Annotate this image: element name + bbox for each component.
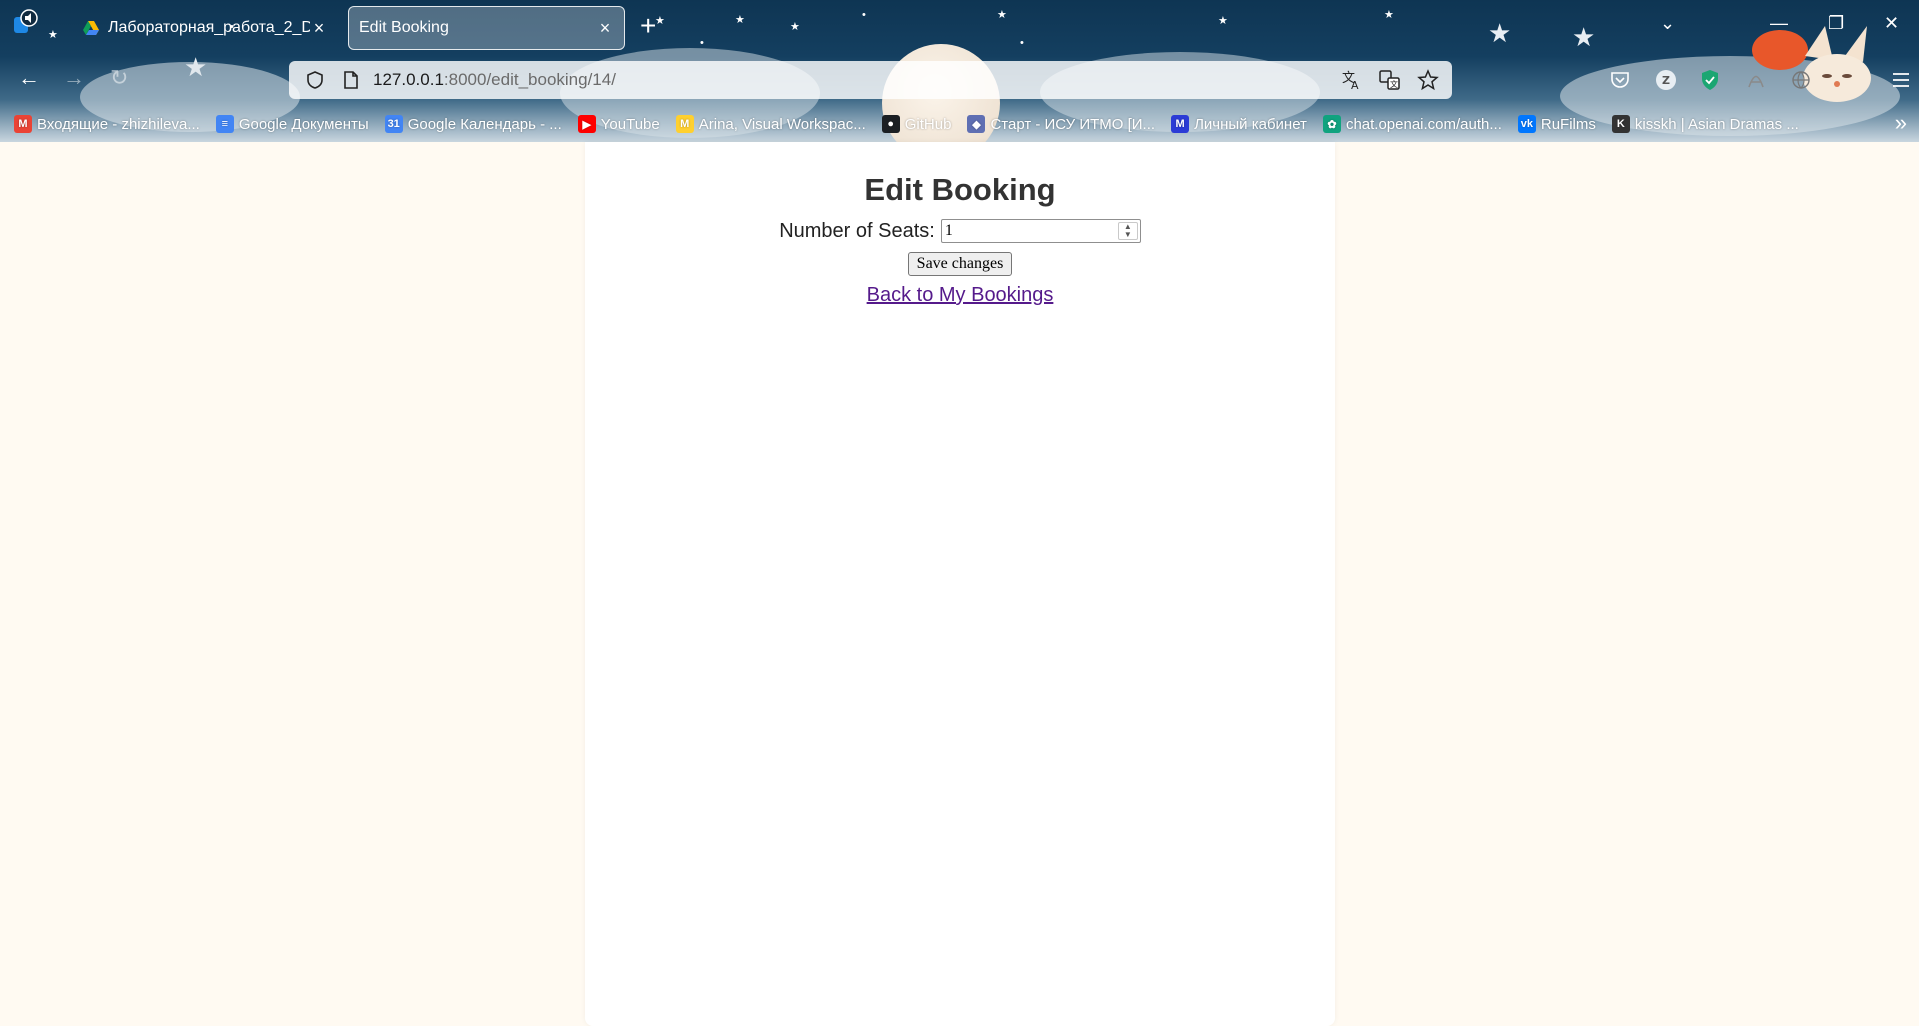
google-docs-icon: ≡: [215, 115, 234, 133]
svg-text:A: A: [1351, 79, 1359, 91]
bookmark-label: kisskh | Asian Dramas ...: [1634, 115, 1799, 133]
navigation-bar: ← → ↻ 127.0.0.1:8000/edit_booking/14/ 文A…: [0, 55, 1919, 103]
gmail-icon: M: [14, 115, 32, 133]
shield-icon[interactable]: [301, 66, 329, 94]
google-calendar-icon: 31: [384, 115, 403, 133]
close-window-button[interactable]: ✕: [1884, 14, 1899, 32]
tab-title: Лабораторная_работа_2_Djan: [108, 19, 310, 36]
bookmark-label: Старт - ИСУ ИТМО [И...: [990, 115, 1156, 133]
back-arrow-icon[interactable]: ←: [18, 67, 40, 89]
new-tab-button[interactable]: +: [640, 12, 656, 40]
bookmark-item[interactable]: M Входящие - zhizhileva...: [14, 115, 200, 133]
itmo-icon: ◆: [967, 115, 986, 133]
menu-icon[interactable]: [1888, 67, 1914, 93]
globe-icon[interactable]: [1788, 67, 1814, 93]
address-bar[interactable]: 127.0.0.1:8000/edit_booking/14/ 文A 文: [289, 61, 1452, 99]
bookmark-label: Входящие - zhizhileva...: [37, 115, 200, 133]
list-tabs-icon[interactable]: ⌄: [1660, 14, 1675, 32]
page-title: Edit Booking: [864, 172, 1056, 207]
bookmark-star-icon[interactable]: [1414, 66, 1442, 94]
bookmark-label: RuFilms: [1540, 115, 1596, 133]
bookmarks-toolbar: M Входящие - zhizhileva... ≡ Google Докумен…: [0, 108, 1919, 140]
miro-icon: M: [675, 115, 694, 133]
close-icon[interactable]: ×: [310, 18, 328, 39]
svg-text:Z: Z: [1662, 74, 1670, 87]
bookmark-label: YouTube: [600, 115, 660, 133]
bookmark-item[interactable]: vk RuFilms: [1517, 115, 1596, 133]
github-icon: ●: [881, 115, 900, 133]
bookmark-item[interactable]: ● GitHub: [881, 115, 952, 133]
seats-value: 1: [944, 222, 953, 239]
firefox-view-icon[interactable]: [10, 8, 40, 38]
bookmark-item[interactable]: Kkisskh | Asian Dramas ...: [1611, 115, 1799, 133]
bookmark-item[interactable]: ◆ Старт - ИСУ ИТМО [И...: [967, 115, 1155, 133]
bookmark-item[interactable]: ✿ chat.openai.com/auth...: [1322, 115, 1502, 133]
tab-title: Edit Booking: [359, 19, 449, 36]
zotero-icon[interactable]: Z: [1653, 67, 1679, 93]
browser-chrome: ★ • ★ • ★ ★ • ★ • ★ ★ ★ ★ ★ Лабораторная…: [0, 0, 1919, 142]
vpn-shield-icon[interactable]: [1697, 67, 1723, 93]
bookmark-item[interactable]: ▶ YouTube: [577, 115, 660, 133]
openai-icon: ✿: [1322, 115, 1341, 133]
url-host: 127.0.0.1: [373, 70, 444, 89]
bookmark-label: Личный кабинет: [1194, 115, 1307, 133]
bookmark-label: Google Календарь - ...: [407, 115, 562, 133]
seats-form-row: Number of Seats: 1 ▲ ▼: [585, 219, 1335, 243]
chevron-down-icon[interactable]: ▼: [1124, 231, 1132, 239]
svg-text:文: 文: [1390, 79, 1398, 89]
translate-icon[interactable]: 文A: [1338, 66, 1366, 94]
bookmark-label: Google Документы: [238, 115, 369, 133]
bookmark-label: Arina, Visual Workspac...: [698, 115, 866, 133]
translate-page-icon[interactable]: 文: [1376, 66, 1404, 94]
google-drive-icon: [83, 21, 99, 35]
back-link-row: Back to My Bookings: [585, 284, 1335, 307]
page-icon[interactable]: [337, 66, 365, 94]
bookmark-item[interactable]: ≡ Google Документы: [215, 115, 369, 133]
bookmark-label: chat.openai.com/auth...: [1345, 115, 1502, 133]
back-to-bookings-link[interactable]: Back to My Bookings: [867, 284, 1054, 306]
url-path: :8000/edit_booking/14/: [443, 70, 616, 89]
seats-stepper[interactable]: ▲ ▼: [1117, 222, 1138, 240]
adobe-icon[interactable]: [1743, 67, 1769, 93]
seats-label: Number of Seats:: [779, 219, 935, 242]
save-changes-button[interactable]: Save changes: [908, 252, 1012, 276]
bookmark-item[interactable]: M Личный кабинет: [1171, 115, 1307, 133]
forward-arrow-icon[interactable]: →: [63, 67, 85, 89]
cabinet-icon: M: [1171, 115, 1190, 133]
kisskh-icon: K: [1611, 115, 1630, 133]
youtube-icon: ▶: [577, 115, 596, 133]
vk-icon: vk: [1517, 115, 1536, 133]
bookmark-label: GitHub: [904, 115, 952, 133]
chevron-more-icon[interactable]: »: [1895, 110, 1907, 136]
close-icon[interactable]: ×: [596, 18, 614, 39]
reload-icon[interactable]: ↻: [110, 67, 128, 89]
tab-lab-work[interactable]: Лабораторная_работа_2_Djan ×: [72, 6, 338, 50]
seats-number-input[interactable]: 1 ▲ ▼: [940, 219, 1141, 243]
bookmark-item[interactable]: M Arina, Visual Workspac...: [675, 115, 866, 133]
bookmark-item[interactable]: 31 Google Календарь - ...: [384, 115, 562, 133]
url-text: 127.0.0.1:8000/edit_booking/14/: [373, 70, 616, 90]
content-card: Edit Booking Number of Seats: 1 ▲ ▼ Save…: [585, 142, 1335, 1026]
pocket-icon[interactable]: [1607, 67, 1633, 93]
tab-edit-booking[interactable]: Edit Booking ×: [348, 6, 625, 50]
page-viewport: Edit Booking Number of Seats: 1 ▲ ▼ Save…: [0, 142, 1919, 1026]
tab-strip: Лабораторная_работа_2_Djan × Edit Bookin…: [0, 0, 1919, 55]
